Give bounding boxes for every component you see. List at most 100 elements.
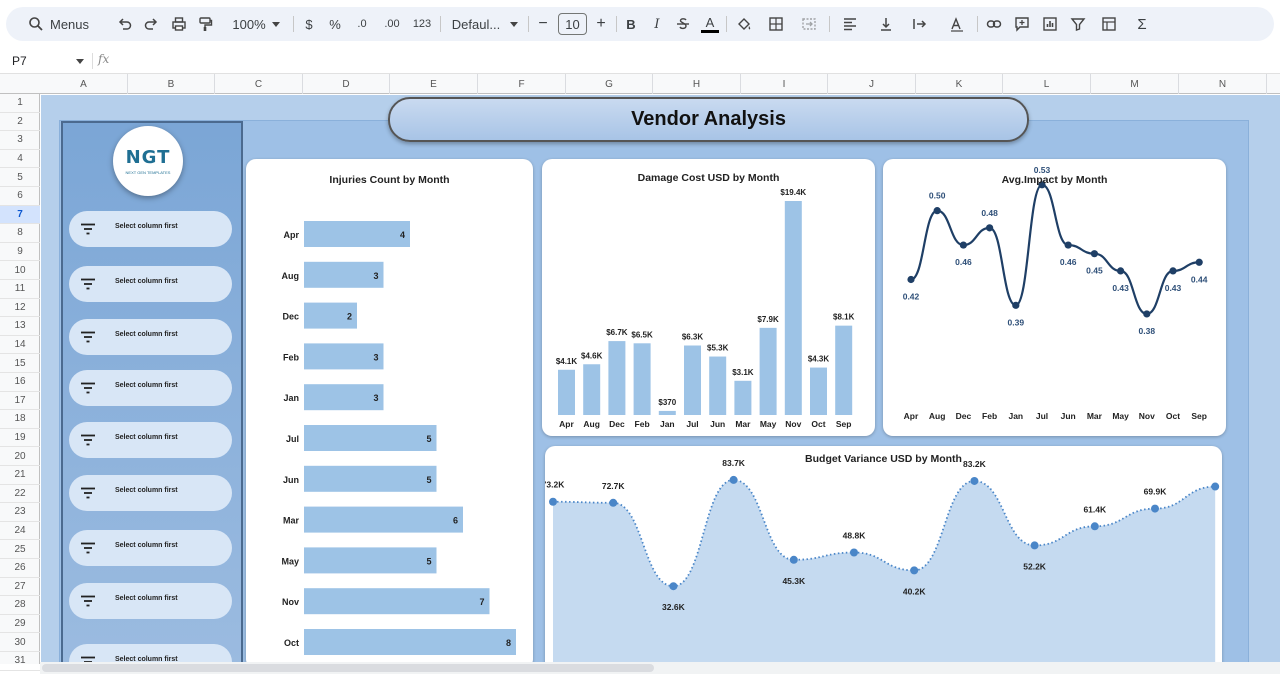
text-color-button[interactable]: A — [698, 7, 722, 41]
y-tick-label: Dec — [282, 312, 299, 322]
injuries-chart-card[interactable]: Injuries Count by Month Apr 4 Aug 3 Dec 2 Feb 3… — [246, 159, 533, 662]
row-header-28[interactable]: 28 — [0, 596, 40, 615]
filter-slicer[interactable]: Select column first — [69, 319, 232, 355]
row-header-29[interactable]: 29 — [0, 615, 40, 634]
text-rotation-button[interactable] — [940, 7, 974, 41]
impact-chart-card[interactable]: Avg.Impact by Month 0.42 Apr 0.50 Aug 0.46 De… — [883, 159, 1226, 436]
italic-button[interactable]: I — [646, 7, 668, 41]
filter-label: Select column first — [115, 487, 178, 494]
data-point — [1151, 504, 1159, 513]
font-select[interactable]: Defaul... — [446, 7, 524, 41]
print-button[interactable] — [168, 7, 190, 41]
filter-slicer[interactable]: Select column first — [69, 266, 232, 302]
paint-format-button[interactable] — [194, 7, 216, 41]
damage-chart-card[interactable]: Damage Cost USD by Month $4.1K Apr $4.6K Au… — [542, 159, 875, 436]
row-header-10[interactable]: 10 — [0, 261, 40, 280]
column-header-d[interactable]: D — [303, 74, 390, 94]
more-formats-button[interactable]: 123 — [408, 7, 436, 41]
column-header-h[interactable]: H — [653, 74, 741, 94]
name-box[interactable]: P7 — [6, 52, 88, 70]
column-header-l[interactable]: L — [1003, 74, 1091, 94]
row-header-30[interactable]: 30 — [0, 633, 40, 652]
column-header-e[interactable]: E — [390, 74, 478, 94]
insert-comment-button[interactable] — [1010, 7, 1034, 41]
row-header-31[interactable]: 31 — [0, 652, 40, 671]
bar — [304, 547, 437, 574]
merge-cells-button[interactable] — [792, 7, 826, 41]
row-header-2[interactable]: 2 — [0, 113, 40, 132]
redo-button[interactable] — [140, 7, 162, 41]
horizontal-scrollbar[interactable] — [40, 662, 1280, 674]
bar — [304, 343, 384, 370]
currency-format-button[interactable]: $ — [298, 7, 320, 41]
row-header-12[interactable]: 12 — [0, 299, 40, 318]
column-header-n[interactable]: N — [1179, 74, 1267, 94]
column-header-i[interactable]: I — [741, 74, 828, 94]
column-header-b[interactable]: B — [128, 74, 215, 94]
row-header-1[interactable]: 1 — [0, 94, 40, 113]
borders-button[interactable] — [764, 7, 788, 41]
row-header-13[interactable]: 13 — [0, 317, 40, 336]
strikethrough-button[interactable] — [672, 7, 694, 41]
column-header-a[interactable]: A — [40, 74, 128, 94]
horizontal-align-button[interactable] — [834, 7, 866, 41]
row-header-19[interactable]: 19 — [0, 429, 40, 448]
bold-button[interactable]: B — [620, 7, 642, 41]
filter-slicer[interactable]: Select column first — [69, 370, 232, 406]
row-header-21[interactable]: 21 — [0, 466, 40, 485]
row-header-3[interactable]: 3 — [0, 131, 40, 150]
row-header-15[interactable]: 15 — [0, 354, 40, 373]
functions-button[interactable]: Σ — [1130, 7, 1154, 41]
filter-slicer[interactable]: Select column first — [69, 530, 232, 566]
row-header-20[interactable]: 20 — [0, 447, 40, 466]
row-header-6[interactable]: 6 — [0, 187, 40, 206]
row-header-24[interactable]: 24 — [0, 522, 40, 541]
text-wrapping-button[interactable] — [904, 7, 936, 41]
row-header-27[interactable]: 27 — [0, 578, 40, 597]
vertical-align-button[interactable] — [870, 7, 902, 41]
insert-link-button[interactable] — [982, 7, 1006, 41]
column-header-k[interactable]: K — [916, 74, 1003, 94]
row-header-14[interactable]: 14 — [0, 336, 40, 355]
row-header-bar: 1 2 3 4 5 6 7 8 9 10 11 12 13 14 15 16 17 18 19 20 21 22 23 24 2… — [0, 94, 40, 671]
undo-button[interactable] — [114, 7, 136, 41]
decrease-font-size-button[interactable]: − — [532, 7, 554, 41]
row-header-5[interactable]: 5 — [0, 168, 40, 187]
scrollbar-thumb[interactable] — [42, 664, 654, 672]
filter-views-button[interactable] — [1092, 7, 1126, 41]
increase-font-size-button[interactable]: + — [590, 7, 612, 41]
row-header-11[interactable]: 11 — [0, 280, 40, 299]
menus-search-button[interactable]: Menus — [20, 7, 106, 41]
column-header-m[interactable]: M — [1091, 74, 1179, 94]
zoom-select[interactable]: 100% — [224, 7, 288, 41]
column-header-c[interactable]: C — [215, 74, 303, 94]
row-header-7[interactable]: 7 — [0, 205, 40, 225]
row-header-4[interactable]: 4 — [0, 150, 40, 169]
filter-slicer[interactable]: Select column first — [69, 583, 232, 619]
filter-slicer[interactable]: Select column first — [69, 211, 232, 247]
filter-slicer[interactable]: Select column first — [69, 475, 232, 511]
row-header-18[interactable]: 18 — [0, 410, 40, 429]
fill-color-button[interactable] — [732, 7, 756, 41]
row-header-17[interactable]: 17 — [0, 392, 40, 411]
row-header-26[interactable]: 26 — [0, 559, 40, 578]
row-header-22[interactable]: 22 — [0, 485, 40, 504]
increase-decimal-button[interactable]: .00 — [378, 7, 406, 41]
font-size-input[interactable]: 10 — [558, 13, 587, 35]
row-header-9[interactable]: 9 — [0, 243, 40, 262]
decrease-decimal-button[interactable]: .0 — [350, 7, 374, 41]
y-tick-label: Jul — [286, 434, 299, 444]
column-header-g[interactable]: G — [566, 74, 653, 94]
row-header-16[interactable]: 16 — [0, 373, 40, 392]
budget-chart-card[interactable]: Budget Variance USD by Month 73.2K 72.7K 3… — [545, 446, 1222, 662]
row-header-25[interactable]: 25 — [0, 540, 40, 559]
percent-format-button[interactable]: % — [324, 7, 346, 41]
row-header-8[interactable]: 8 — [0, 224, 40, 243]
filter-slicer[interactable]: Select column first — [69, 422, 232, 458]
filter-button[interactable] — [1066, 7, 1090, 41]
column-header-j[interactable]: J — [828, 74, 916, 94]
row-header-23[interactable]: 23 — [0, 503, 40, 522]
insert-chart-button[interactable] — [1038, 7, 1062, 41]
filter-slicer[interactable]: Select column first — [69, 644, 232, 662]
column-header-f[interactable]: F — [478, 74, 566, 94]
